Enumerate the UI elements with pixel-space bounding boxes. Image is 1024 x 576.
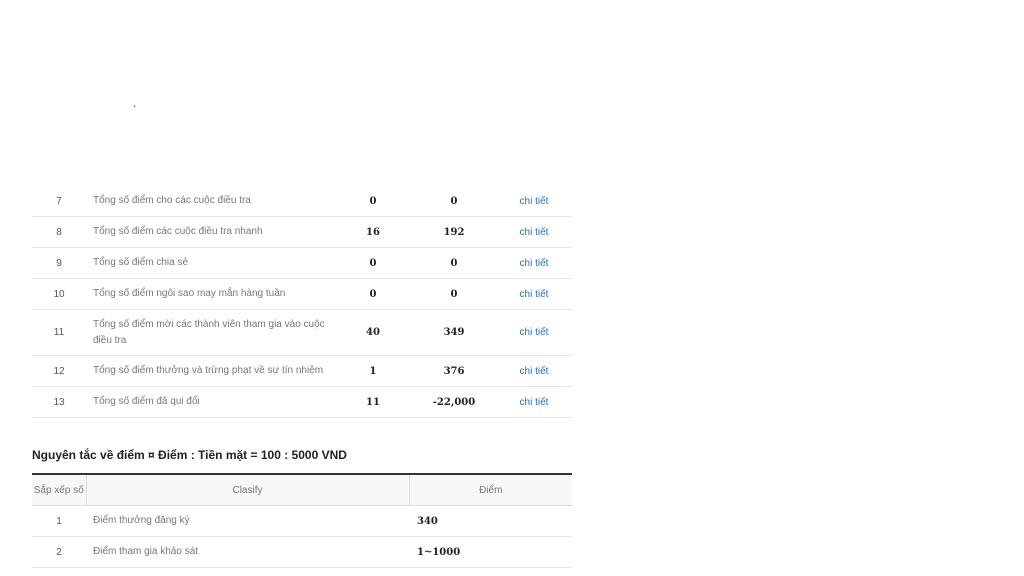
details-link[interactable]: chi tiết: [496, 355, 572, 387]
rules-title: Nguyên tắc về điểm ¤ Điểm : Tiền mặt = 1…: [32, 448, 347, 462]
table-row: 11 Tổng số điểm mời các thành viên tham …: [32, 309, 572, 356]
row-classify: Điểm tham gia khảo sát: [86, 536, 409, 568]
row-count: 1: [334, 355, 412, 387]
row-count: 40: [334, 309, 412, 356]
table-row: 8 Tổng số điểm các cuộc điều tra nhanh 1…: [32, 216, 572, 248]
stray-dot: .: [133, 96, 137, 110]
row-number: 1: [32, 505, 86, 537]
details-link[interactable]: chi tiết: [496, 186, 572, 217]
row-count: 0: [334, 186, 412, 217]
row-points: 349: [412, 309, 496, 356]
row-description: Tổng số điểm mời các thành viên tham gia…: [86, 309, 334, 356]
row-number: 12: [32, 355, 86, 387]
table-row: 13 Tổng số điểm đã qui đổi 11 -22,000 ch…: [32, 386, 572, 418]
row-count: 16: [334, 216, 412, 248]
points-summary-table: 7 Tổng số điểm cho các cuộc điều tra 0 0…: [32, 186, 572, 418]
header-classify: Clasify: [85, 474, 409, 506]
row-description: Tổng số điểm ngôi sao may mắn hàng tuần: [86, 278, 334, 310]
row-number: 7: [32, 186, 86, 217]
table-row: 1 Điểm thưởng đăng ký 340: [32, 505, 572, 537]
row-points: 376: [412, 355, 496, 387]
table-row: 10 Tổng số điểm ngôi sao may mắn hàng tu…: [32, 278, 572, 310]
row-description: Tổng số điểm đã qui đổi: [86, 386, 334, 418]
row-points: 340: [409, 505, 572, 537]
row-number: 10: [32, 278, 86, 310]
row-description: Tổng số điểm chia sẻ: [86, 247, 334, 279]
table-row: 12 Tổng số điểm thưởng và trừng phạt về …: [32, 355, 572, 387]
details-link[interactable]: chi tiết: [496, 386, 572, 418]
row-count: 0: [334, 247, 412, 279]
details-link[interactable]: chi tiết: [496, 309, 572, 356]
row-description: Tổng số điểm thưởng và trừng phạt về sự …: [86, 355, 334, 387]
row-classify: Điểm thưởng đăng ký: [86, 505, 409, 537]
row-points: -22,000: [412, 386, 496, 418]
row-count: 11: [334, 386, 412, 418]
row-number: 2: [32, 536, 86, 568]
details-link[interactable]: chi tiết: [496, 278, 572, 310]
row-number: 8: [32, 216, 86, 248]
table-row: 9 Tổng số điểm chia sẻ 0 0 chi tiết: [32, 247, 572, 279]
details-link[interactable]: chi tiết: [496, 216, 572, 248]
details-link[interactable]: chi tiết: [496, 247, 572, 279]
row-count: 0: [334, 278, 412, 310]
row-number: 11: [32, 309, 86, 356]
row-points: 0: [412, 247, 496, 279]
row-points: 0: [412, 186, 496, 217]
table-row: 7 Tổng số điểm cho các cuộc điều tra 0 0…: [32, 186, 572, 217]
row-points: 0: [412, 278, 496, 310]
header-sort-number: Sắp xếp số: [32, 474, 86, 506]
table-row: 2 Điểm tham gia khảo sát 1~1000: [32, 536, 572, 568]
rules-table: Sắp xếp số Clasify Điểm 1 Điểm thưởng đă…: [32, 473, 572, 568]
row-description: Tổng số điểm các cuộc điều tra nhanh: [86, 216, 334, 248]
rules-header-row: Sắp xếp số Clasify Điểm: [32, 474, 572, 506]
row-number: 13: [32, 386, 86, 418]
row-points: 1~1000: [409, 536, 572, 568]
points-section: 7 Tổng số điểm cho các cuộc điều tra 0 0…: [32, 186, 572, 568]
header-points: Điểm: [408, 474, 572, 506]
row-points: 192: [412, 216, 496, 248]
row-description: Tổng số điểm cho các cuộc điều tra: [86, 186, 334, 217]
row-number: 9: [32, 247, 86, 279]
